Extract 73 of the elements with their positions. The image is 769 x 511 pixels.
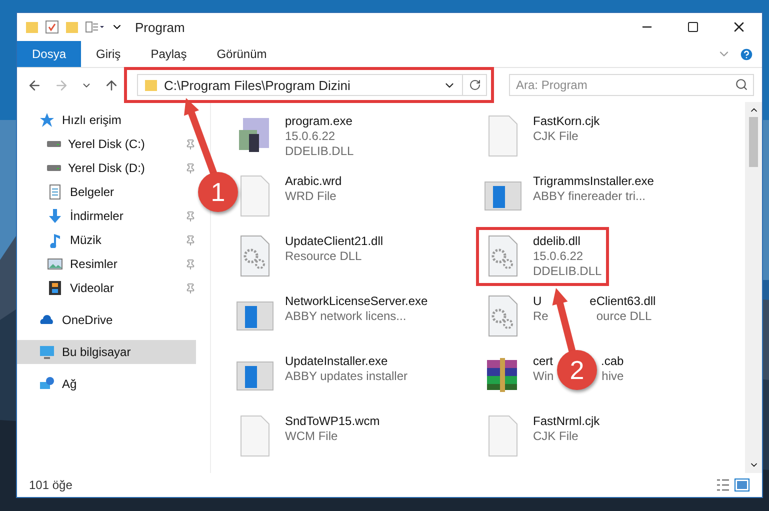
refresh-icon xyxy=(468,79,480,91)
scroll-thumb[interactable] xyxy=(749,117,758,167)
file-detail: ABBY finereader tri... xyxy=(533,189,646,204)
file-name: U xyxy=(533,294,542,309)
large-icons-view-icon[interactable] xyxy=(734,478,750,492)
ribbon-tab[interactable]: Dosya xyxy=(17,41,82,67)
help-icon[interactable] xyxy=(739,46,754,62)
file-detail: hive xyxy=(602,369,624,384)
item-count: 101 öğe xyxy=(29,478,74,492)
sidebar-item[interactable]: Hızlı erişim xyxy=(17,108,130,132)
file-detail: ABBY updates installer xyxy=(285,369,408,384)
document-icon xyxy=(47,184,63,200)
sidebar-item[interactable]: Resimler xyxy=(17,252,126,276)
view-options-icon[interactable] xyxy=(85,20,105,34)
file-detail: CJK File xyxy=(533,429,580,444)
file-name: SndToWP15.wcm xyxy=(285,414,380,429)
sidebar-item[interactable]: Videolar xyxy=(17,276,122,300)
file-detail: ABBY network licens... xyxy=(285,309,408,324)
file-detail: ource DLL xyxy=(596,309,652,324)
maximize-icon xyxy=(687,21,699,33)
file-detail: DDELIB.DLL xyxy=(285,144,354,159)
file-name: cert xyxy=(533,354,554,369)
sidebar-item[interactable]: Belgeler xyxy=(17,180,122,204)
file-name: eClient63.dll xyxy=(590,294,656,309)
file-detail: Resource DLL xyxy=(285,249,363,264)
file-detail: DDELIB.DLL xyxy=(533,264,602,279)
file-detail: Win xyxy=(533,369,554,384)
file-detail: 15.0.6.22 xyxy=(533,249,584,264)
file-name: UpdateInstaller.exe xyxy=(285,354,389,369)
file-detail: CJK File xyxy=(533,129,580,144)
file-name: .cab xyxy=(601,354,624,369)
file-detail: Re xyxy=(533,309,548,324)
file-name: FastNrml.cjk xyxy=(533,414,600,429)
file-name: TrigrammsInstaller.exe xyxy=(533,174,654,189)
network-icon xyxy=(39,376,55,392)
file-name: ddelib.dll xyxy=(533,234,582,249)
forward-arrow-icon xyxy=(54,78,69,92)
monitor-icon xyxy=(39,344,55,360)
file-detail: WCM File xyxy=(285,429,339,444)
properties-icon[interactable] xyxy=(45,20,59,34)
file-name: UpdateClient21.dll xyxy=(285,234,384,249)
folder-icon xyxy=(144,78,158,92)
address-field[interactable]: C:\Program Files\Program Dizini xyxy=(137,74,487,96)
ribbon-tab[interactable]: Giriş xyxy=(81,41,136,67)
sidebar-item[interactable]: Müzik xyxy=(17,228,110,252)
sidebar-item[interactable]: OneDrive xyxy=(17,308,121,332)
address-path: C:\Program Files\Program Dizini xyxy=(164,78,352,92)
file-detail: 15.0.6.22 xyxy=(285,129,336,144)
drive-icon xyxy=(47,141,61,147)
film-icon xyxy=(47,280,63,296)
search-icon xyxy=(735,78,748,91)
drive-icon xyxy=(47,165,61,171)
sidebar-item[interactable]: Bu bilgisayar xyxy=(17,340,196,364)
sidebar-item[interactable]: İndirmeler xyxy=(17,204,132,228)
ribbon-tab[interactable]: Görünüm xyxy=(202,41,282,67)
star-icon xyxy=(39,112,55,128)
ribbon-tab[interactable]: Paylaş xyxy=(136,41,202,67)
file-name: NetworkLicenseServer.exe xyxy=(285,294,428,309)
file-name: program.exe xyxy=(285,114,354,129)
window-title: Program xyxy=(135,20,185,34)
sidebar-item[interactable]: Ağ xyxy=(17,372,85,396)
folder-icon xyxy=(25,20,39,34)
details-view-icon[interactable] xyxy=(716,478,730,492)
search-field[interactable]: Ara: Program xyxy=(509,74,754,96)
sidebar-item[interactable]: Yerel Disk (D:) xyxy=(17,156,153,180)
scrollbar[interactable] xyxy=(745,102,762,473)
sidebar-item[interactable]: Yerel Disk (C:) xyxy=(17,132,153,156)
music-note-icon xyxy=(47,232,63,248)
file-name: Arabic.wrd xyxy=(285,174,342,189)
file-name: FastKorn.cjk xyxy=(533,114,600,129)
file-detail: WRD File xyxy=(285,189,338,204)
download-arrow-icon xyxy=(47,208,63,224)
image-icon xyxy=(47,256,63,272)
